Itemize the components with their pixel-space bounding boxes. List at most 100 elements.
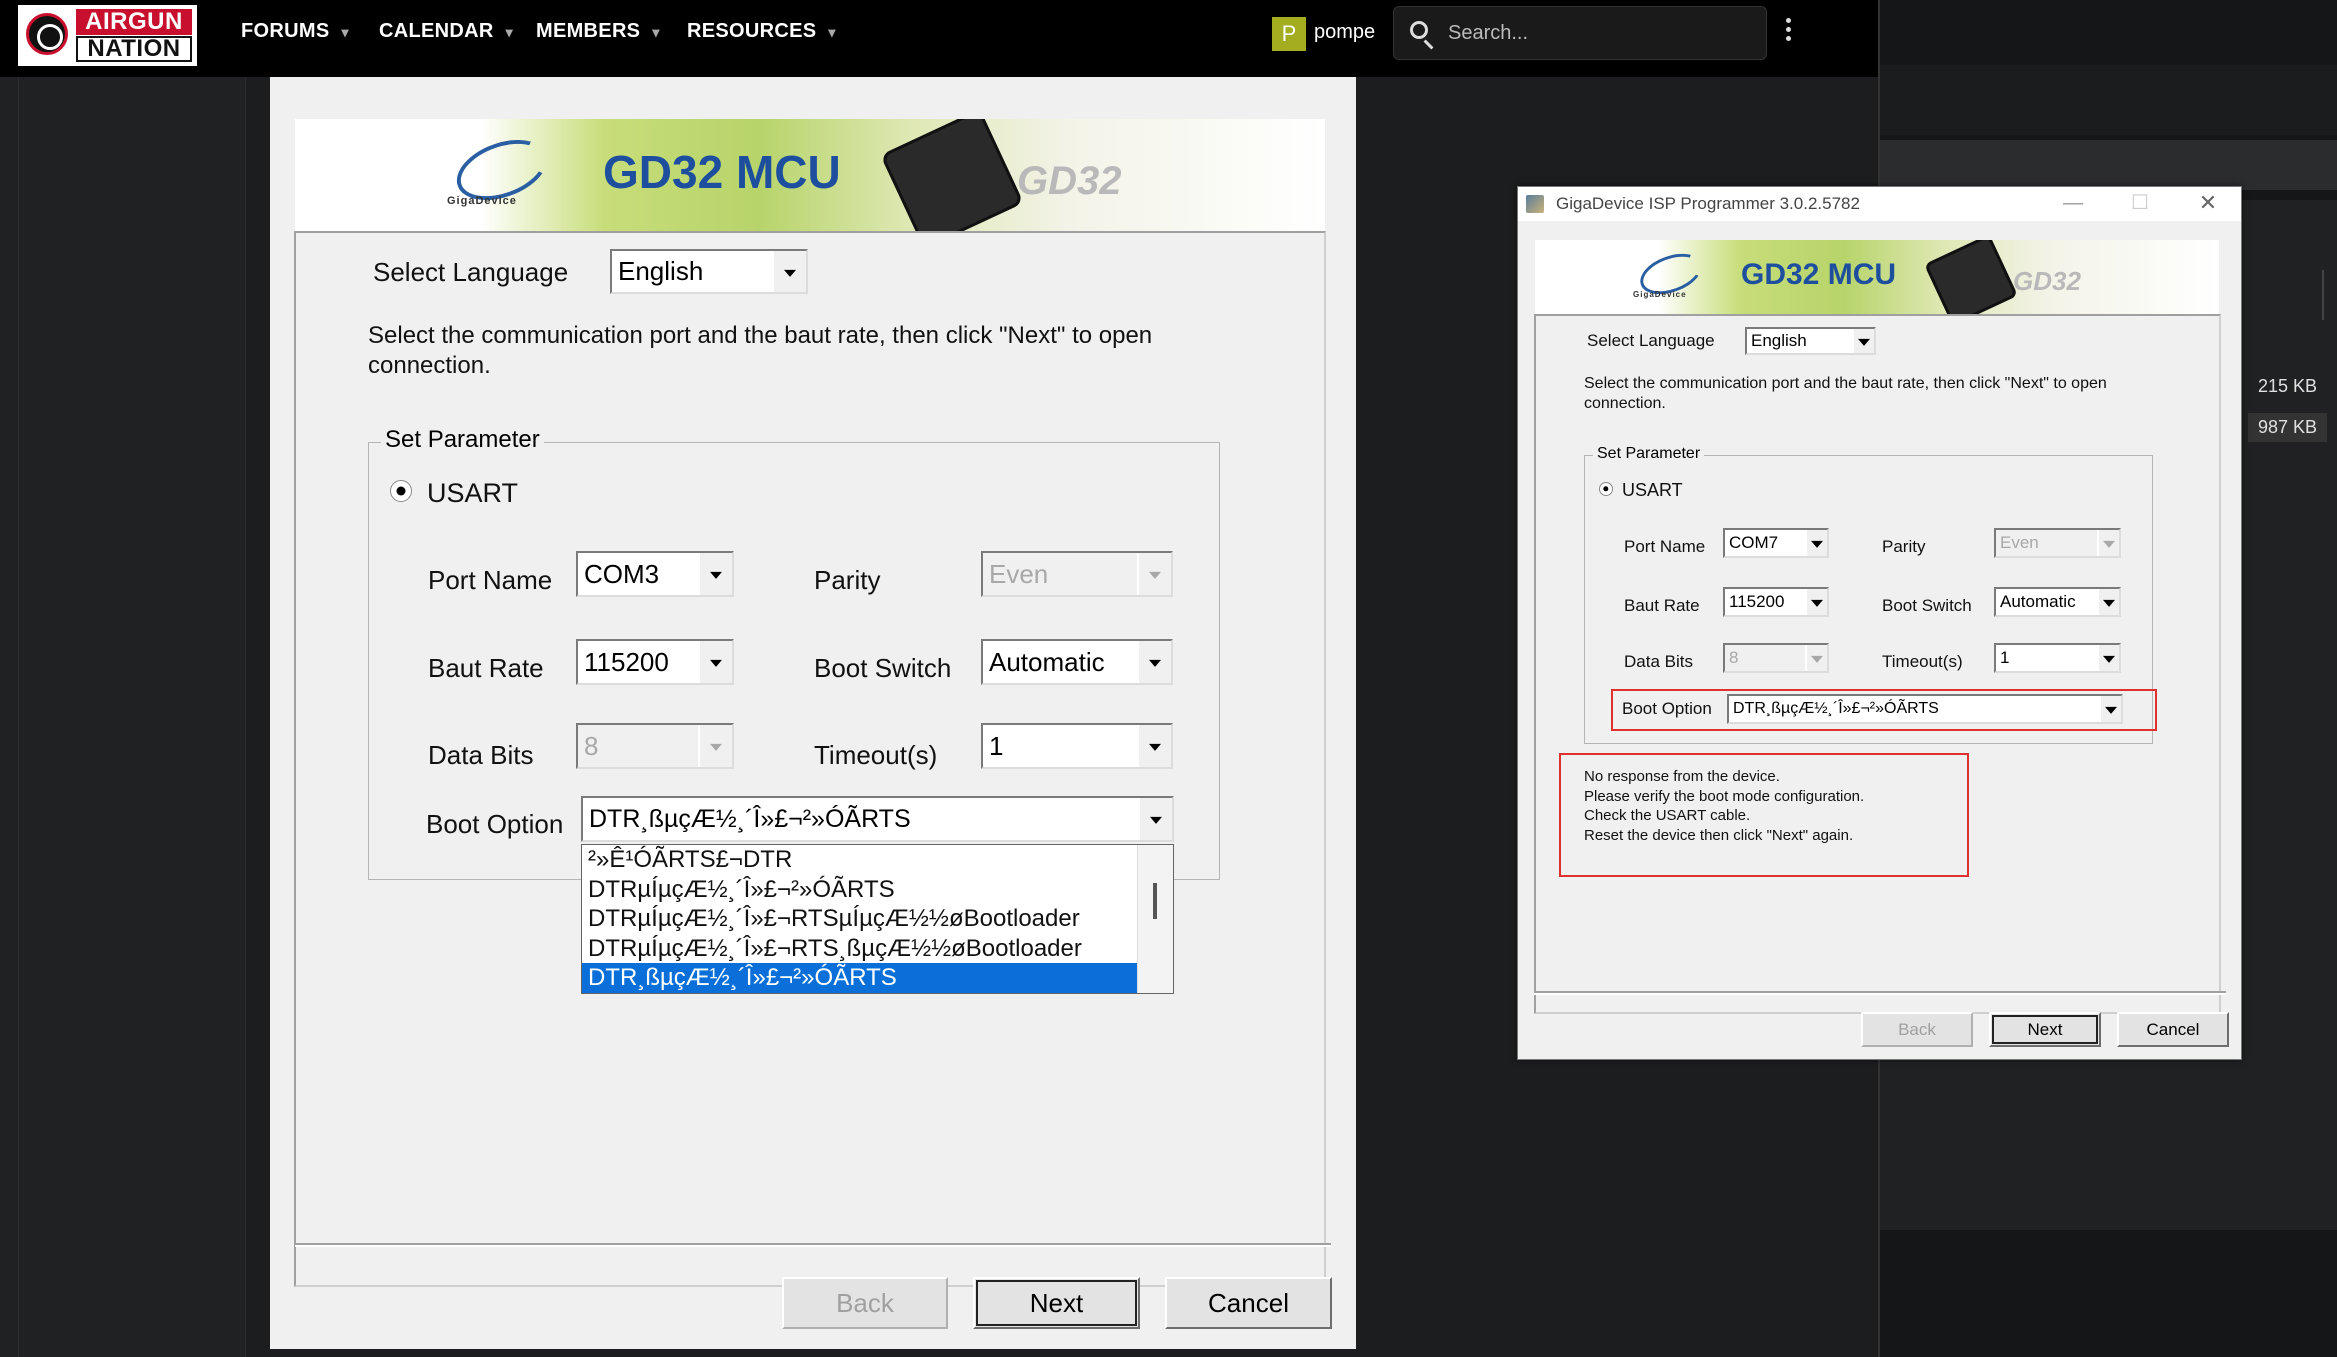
language-value: English xyxy=(618,256,704,286)
brand-text: GigaDevice xyxy=(1633,290,1687,299)
port-name-select[interactable]: COM7 xyxy=(1723,528,1829,558)
boot-option-list-item[interactable]: DTRµÍµçÆ½¸´Î»£¬²»ÓÃRTS xyxy=(582,875,1138,905)
back-button[interactable]: Back xyxy=(1861,1012,1973,1047)
language-value: English xyxy=(1751,331,1807,350)
nav-resources[interactable]: RESOURCES ▾ xyxy=(687,20,836,43)
dropdown-arrow-icon xyxy=(698,725,732,767)
next-button[interactable]: Next xyxy=(1989,1012,2101,1047)
logo-text-airgun: AIRGUN xyxy=(76,9,192,35)
select-language-label: Select Language xyxy=(1587,331,1715,350)
scrollbar-thumb[interactable] xyxy=(1153,883,1157,919)
attachment-size: 215 KB xyxy=(2258,376,2318,396)
window-title: GigaDevice ISP Programmer 3.0.2.5782 xyxy=(1556,194,1860,213)
back-button[interactable]: Back xyxy=(782,1277,948,1329)
search-placeholder: Search... xyxy=(1448,22,1529,44)
nav-forums-label: FORUMS xyxy=(241,20,330,42)
boot-switch-label: Boot Switch xyxy=(1882,596,1972,615)
boot-switch-select[interactable]: Automatic xyxy=(1994,587,2121,617)
more-menu-icon[interactable] xyxy=(1786,18,1792,45)
boot-option-label: Boot Option xyxy=(426,809,564,839)
username[interactable]: pompe xyxy=(1314,21,1375,44)
parity-value: Even xyxy=(2000,533,2039,552)
chevron-down-icon: ▾ xyxy=(341,24,349,40)
boot-option-select[interactable]: DTR¸ßµçÆ½¸´Î»£¬²»ÓÃRTS xyxy=(581,796,1174,842)
side-panel-scrollbar[interactable] xyxy=(2322,270,2324,320)
port-name-label: Port Name xyxy=(1624,537,1706,556)
timeout-value: 1 xyxy=(2000,648,2010,667)
usart-radio[interactable] xyxy=(1599,482,1613,496)
banner-title: GD32 MCU xyxy=(1741,258,1897,291)
boot-option-list-item-selected[interactable]: DTR¸ßµçÆ½¸´Î»£¬²»ÓÃRTS xyxy=(582,963,1137,993)
nav-members[interactable]: MEMBERS ▾ xyxy=(536,20,660,43)
nav-calendar-label: CALENDAR xyxy=(379,20,494,42)
error-line: No response from the device. xyxy=(1584,768,1780,785)
user-avatar[interactable]: P xyxy=(1272,17,1306,51)
nav-calendar[interactable]: CALENDAR ▾ xyxy=(379,20,513,43)
banner-ghost-text: GD32 xyxy=(1017,159,1122,203)
select-language-label: Select Language xyxy=(373,257,569,287)
side-panel-band xyxy=(1880,140,2337,190)
timeout-select[interactable]: 1 xyxy=(981,723,1173,769)
close-icon[interactable]: ✕ xyxy=(2196,191,2220,215)
side-panel-header xyxy=(1880,65,2337,135)
top-navbar: AIRGUN NATION FORUMS ▾ CALENDAR ▾ MEMBERS ▾… xyxy=(0,0,1878,77)
boot-option-value: DTR¸ßµçÆ½¸´Î»£¬²»ÓÃRTS xyxy=(1733,700,1939,717)
search-input[interactable]: Search... xyxy=(1393,6,1767,60)
maximize-icon[interactable]: ☐ xyxy=(2128,191,2152,215)
boot-option-list-item[interactable]: DTRµÍµçÆ½¸´Î»£¬RTS¸ßµçÆ½½øBootloader xyxy=(582,934,1138,964)
data-bits-select: 8 xyxy=(1723,643,1829,673)
isp-dialog-screenshot-large: GigaDevice GD32 MCU GD32 Select Language… xyxy=(270,77,1356,1349)
error-line: Check the USART cable. xyxy=(1584,807,1751,824)
dropdown-arrow-icon xyxy=(2097,589,2119,615)
instructions-text: Select the communication port and the ba… xyxy=(1584,375,2107,412)
isp-programmer-window: GigaDevice ISP Programmer 3.0.2.5782 — ☐… xyxy=(1517,186,2242,1060)
dropdown-scrollbar[interactable] xyxy=(1137,845,1173,993)
banner: GigaDevice GD32 MCU GD32 xyxy=(1535,240,2219,314)
port-name-value: COM3 xyxy=(584,559,660,589)
cancel-button[interactable]: Cancel xyxy=(2117,1012,2229,1047)
site-logo[interactable]: AIRGUN NATION xyxy=(18,5,197,66)
timeout-label: Timeout(s) xyxy=(1882,652,1963,671)
boot-option-select[interactable]: DTR¸ßµçÆ½¸´Î»£¬²»ÓÃRTS xyxy=(1727,694,2123,724)
language-select[interactable]: English xyxy=(610,249,808,294)
baud-rate-select[interactable]: 115200 xyxy=(576,639,734,685)
boot-option-list-item[interactable]: ²»Ê¹ÓÃRTS£¬DTR xyxy=(582,845,1138,875)
dropdown-arrow-icon xyxy=(1137,641,1171,683)
language-select[interactable]: English xyxy=(1745,327,1876,355)
app-icon xyxy=(1526,195,1544,213)
data-bits-value: 8 xyxy=(1729,648,1739,667)
attachment-size: 987 KB xyxy=(2248,413,2328,442)
boot-switch-label: Boot Switch xyxy=(814,653,952,683)
banner-ghost-text: GD32 xyxy=(2013,266,2081,296)
logo-text-nation: NATION xyxy=(76,36,192,62)
page-left-column xyxy=(0,77,246,1357)
banner: GigaDevice GD32 MCU GD32 xyxy=(295,119,1325,231)
baud-rate-select[interactable]: 115200 xyxy=(1723,587,1829,617)
next-button[interactable]: Next xyxy=(973,1277,1140,1329)
baud-rate-label: Baut Rate xyxy=(1624,596,1700,615)
cancel-button[interactable]: Cancel xyxy=(1165,1277,1332,1329)
boot-option-dropdown-list: ²»Ê¹ÓÃRTS£¬DTR DTRµÍµçÆ½¸´Î»£¬²»ÓÃRTS DT… xyxy=(581,844,1174,994)
parity-select: Even xyxy=(1994,528,2121,558)
usart-label: USART xyxy=(1622,480,1683,500)
nav-forums[interactable]: FORUMS ▾ xyxy=(241,20,349,43)
boot-option-list-item[interactable]: DTRµÍµçÆ½¸´Î»£¬RTSµÍµçÆ½½øBootloader xyxy=(582,904,1138,934)
brand-text: GigaDevice xyxy=(447,195,517,207)
crosshair-icon xyxy=(26,13,68,55)
boot-switch-select[interactable]: Automatic xyxy=(981,639,1173,685)
timeout-value: 1 xyxy=(989,731,1004,761)
usart-radio[interactable] xyxy=(390,480,412,502)
dropdown-arrow-icon xyxy=(1805,589,1827,615)
data-bits-label: Data Bits xyxy=(1624,652,1693,671)
banner-title: GD32 MCU xyxy=(603,146,841,198)
parity-select: Even xyxy=(981,551,1173,597)
minimize-icon[interactable]: — xyxy=(2061,191,2085,215)
timeout-select[interactable]: 1 xyxy=(1994,643,2121,673)
group-title: Set Parameter xyxy=(1593,445,1705,463)
port-name-select[interactable]: COM3 xyxy=(576,551,734,597)
dropdown-arrow-icon xyxy=(1805,645,1827,671)
footer-separator xyxy=(1534,991,2226,995)
boot-switch-value: Automatic xyxy=(2000,592,2076,611)
parity-label: Parity xyxy=(814,565,881,595)
data-bits-select: 8 xyxy=(576,723,734,769)
